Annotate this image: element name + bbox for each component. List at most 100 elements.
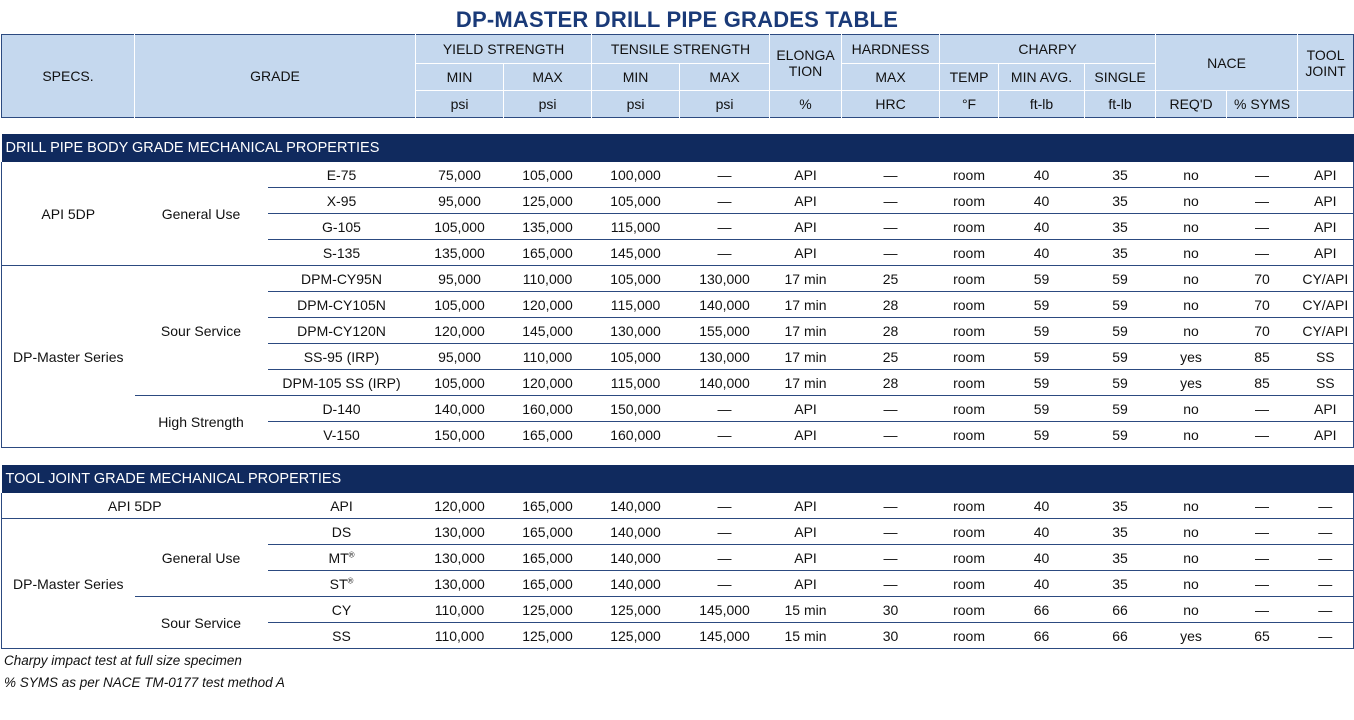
tensile-max-cell: —: [679, 518, 770, 545]
nace-reqd-cell: no: [1155, 187, 1227, 214]
unit-hrc: HRC: [841, 90, 941, 118]
charpy-temp-cell: room: [939, 162, 999, 188]
nace-reqd-cell: no: [1155, 544, 1227, 571]
charpy-min-avg-cell: 59: [998, 343, 1085, 370]
elongation-cell: API: [769, 162, 842, 188]
nace-syms-cell: 70: [1226, 265, 1298, 292]
grade-cell: DPM-CY95N: [267, 265, 416, 292]
yield-max-cell: 135,000: [503, 213, 592, 240]
yield-max-cell: 165,000: [503, 493, 592, 519]
unit-degf: °F: [939, 90, 1000, 118]
page-title: DP-MASTER DRILL PIPE GRADES TABLE: [455, 7, 899, 32]
hardness-cell: —: [841, 570, 940, 597]
charpy-temp-cell: room: [939, 596, 999, 623]
tensile-max-cell: —: [679, 187, 770, 214]
charpy-min-avg-cell: 59: [998, 265, 1085, 292]
tool-joint-cell: —: [1297, 570, 1354, 597]
footnote-syms: % SYMS as per NACE TM-0177 test method A: [4, 675, 285, 690]
grade-cell: API: [267, 493, 416, 519]
nace-syms-cell: 70: [1226, 317, 1298, 344]
nace-reqd-cell: no: [1155, 421, 1227, 448]
charpy-temp-cell: room: [939, 570, 999, 597]
header-charpy-temp: TEMP: [939, 63, 1000, 91]
tool-joint-cell: CY/API: [1297, 291, 1354, 318]
yield-max-cell: 125,000: [503, 187, 592, 214]
header-charpy-min-avg: MIN AVG.: [998, 63, 1086, 91]
charpy-single-cell: 35: [1084, 162, 1156, 188]
elongation-cell: API: [769, 395, 842, 422]
yield-max-cell: 105,000: [503, 162, 592, 188]
header-tool-joint-blank: [1297, 90, 1354, 118]
yield-min-cell: 95,000: [415, 343, 504, 370]
tensile-min-cell: 150,000: [591, 395, 680, 422]
charpy-single-cell: 35: [1084, 493, 1156, 519]
yield-max-cell: 165,000: [503, 239, 592, 266]
charpy-min-avg-cell: 40: [998, 570, 1085, 597]
hardness-cell: 30: [841, 596, 940, 623]
tensile-min-cell: 140,000: [591, 518, 680, 545]
tensile-max-cell: 145,000: [679, 596, 770, 623]
nace-syms-cell: —: [1226, 570, 1298, 597]
hardness-cell: —: [841, 162, 940, 188]
yield-min-cell: 110,000: [415, 596, 504, 623]
yield-min-cell: 95,000: [415, 187, 504, 214]
nace-syms-cell: —: [1226, 596, 1298, 623]
table-row: DP-Master Series General Use DS 130,000 165,…: [1, 518, 1354, 649]
header-tensile: TENSILE STRENGTH: [591, 34, 771, 64]
tool-joint-cell: API: [1297, 213, 1354, 240]
header-elongation: ELONGA TION: [769, 34, 843, 91]
tool-joint-cell: CY/API: [1297, 317, 1354, 344]
tensile-max-cell: —: [679, 162, 770, 188]
tool-joint-cell: API: [1297, 395, 1354, 422]
section-title-body: DRILL PIPE BODY GRADE MECHANICAL PROPERT…: [1, 134, 1354, 162]
nace-reqd-cell: no: [1155, 596, 1227, 623]
header-nace: NACE: [1155, 34, 1299, 91]
charpy-single-cell: 59: [1084, 421, 1156, 448]
yield-min-cell: 75,000: [415, 162, 504, 188]
header-yield-max: MAX: [503, 63, 593, 91]
grade-cell: SS-95 (IRP): [267, 343, 416, 370]
nace-syms-cell: —: [1226, 395, 1298, 422]
unit-ftlb: ft-lb: [998, 90, 1086, 118]
tensile-max-cell: 140,000: [679, 291, 770, 318]
header-charpy: CHARPY: [939, 34, 1157, 64]
grade-cell: G-105: [267, 213, 416, 240]
section-title-joint: TOOL JOINT GRADE MECHANICAL PROPERTIES: [1, 465, 1354, 493]
grade-cell: E-75: [267, 162, 416, 188]
charpy-temp-cell: room: [939, 622, 999, 649]
charpy-single-cell: 59: [1084, 291, 1156, 318]
charpy-min-avg-cell: 40: [998, 518, 1085, 545]
header-nace-syms: % SYMS: [1226, 90, 1299, 118]
hardness-cell: —: [841, 395, 940, 422]
hardness-cell: 25: [841, 265, 940, 292]
charpy-temp-cell: room: [939, 421, 999, 448]
tensile-max-cell: —: [679, 213, 770, 240]
grade-cell: DPM-CY120N: [267, 317, 416, 344]
yield-min-cell: 150,000: [415, 421, 504, 448]
tensile-min-cell: 105,000: [591, 187, 680, 214]
charpy-single-cell: 66: [1084, 622, 1156, 649]
yield-min-cell: 110,000: [415, 622, 504, 649]
tensile-min-cell: 115,000: [591, 213, 680, 240]
nace-syms-cell: —: [1226, 187, 1298, 214]
tensile-max-cell: 130,000: [679, 265, 770, 292]
tensile-min-cell: 140,000: [591, 544, 680, 571]
tensile-min-cell: 105,000: [591, 265, 680, 292]
unit-psi: psi: [415, 90, 505, 118]
elongation-cell: API: [769, 544, 842, 571]
charpy-temp-cell: room: [939, 493, 999, 519]
charpy-single-cell: 59: [1084, 369, 1156, 396]
elongation-cell: 17 min: [769, 317, 842, 344]
yield-min-cell: 130,000: [415, 570, 504, 597]
elongation-cell: API: [769, 239, 842, 266]
charpy-min-avg-cell: 59: [998, 421, 1085, 448]
charpy-min-avg-cell: 59: [998, 369, 1085, 396]
spec-cell: DP-Master Series: [1, 518, 135, 649]
nace-reqd-cell: yes: [1155, 369, 1227, 396]
nace-syms-cell: 85: [1226, 369, 1298, 396]
charpy-single-cell: 35: [1084, 187, 1156, 214]
charpy-min-avg-cell: 59: [998, 291, 1085, 318]
charpy-single-cell: 59: [1084, 317, 1156, 344]
tool-joint-cell: —: [1297, 518, 1354, 545]
elongation-cell: 17 min: [769, 291, 842, 318]
